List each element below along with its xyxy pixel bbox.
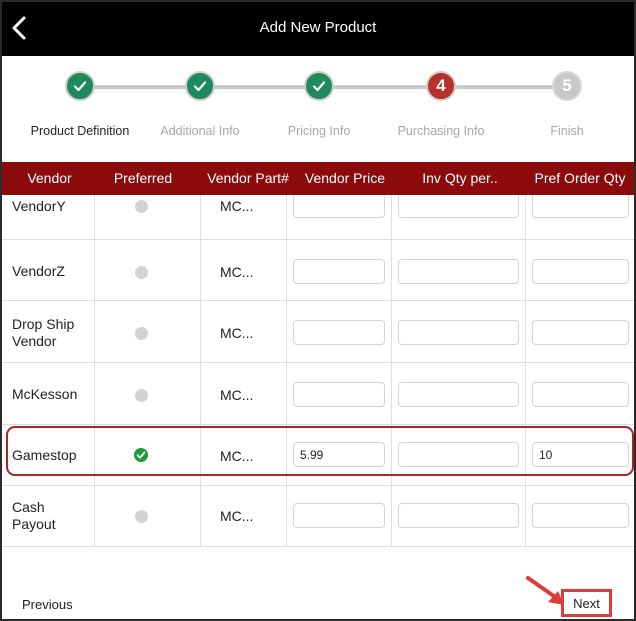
vendor-name: VendorZ [12, 263, 65, 279]
column-header-vendor-part: Vendor Part# [207, 170, 289, 186]
preferred-radio[interactable] [135, 389, 148, 402]
step-done-check-icon [304, 71, 334, 101]
vendor-price-input[interactable] [293, 259, 385, 284]
table-row: VendorZ MC... [2, 240, 634, 301]
table-row: McKesson MC... [2, 364, 634, 425]
preferred-radio[interactable] [135, 200, 148, 213]
progress-stepper: Product Definition Additional Info Prici… [2, 56, 634, 162]
vendor-part-number: MC... [220, 448, 254, 464]
vendor-name: Cash Payout [12, 499, 56, 532]
inv-qty-input[interactable] [398, 320, 519, 345]
vendor-price-input[interactable] [293, 442, 385, 467]
vendor-part-number: MC... [220, 198, 254, 214]
step-label: Finish [550, 124, 584, 138]
preferred-radio[interactable] [135, 327, 148, 340]
inv-qty-input[interactable] [398, 442, 519, 467]
pref-order-qty-input[interactable] [532, 259, 629, 284]
preferred-check-icon[interactable] [134, 448, 148, 462]
top-bar: Add New Product [2, 2, 634, 56]
inv-qty-input[interactable] [398, 503, 519, 528]
pref-order-qty-input[interactable] [532, 320, 629, 345]
vendor-name: Gamestop [12, 447, 77, 463]
vendor-name: Drop Ship Vendor [12, 316, 75, 349]
pref-order-qty-input[interactable] [532, 442, 629, 467]
vendor-part-number: MC... [220, 325, 254, 341]
vendor-table: VendorY MC... VendorZ MC... Drop Ship Ve… [2, 195, 634, 547]
preferred-radio[interactable] [135, 510, 148, 523]
vendor-name: McKesson [12, 386, 78, 402]
table-row: Gamestop MC... [2, 425, 634, 486]
previous-button[interactable]: Previous [22, 597, 73, 612]
inv-qty-input[interactable] [398, 382, 519, 407]
vendor-price-input[interactable] [293, 503, 385, 528]
pref-order-qty-input[interactable] [532, 382, 629, 407]
pref-order-qty-input[interactable] [532, 195, 629, 218]
table-row: Drop Ship Vendor MC... [2, 302, 634, 363]
vendor-price-input[interactable] [293, 195, 385, 218]
column-header-vendor: Vendor [27, 170, 72, 186]
step-number-badge: 4 [426, 71, 456, 101]
table-row: Cash Payout MC... [2, 486, 634, 547]
vendor-name: VendorY [12, 198, 66, 214]
column-header-inv-qty: Inv Qty per.. [422, 170, 498, 186]
step-done-check-icon [185, 71, 215, 101]
page-title: Add New Product [259, 19, 377, 36]
vendor-price-input[interactable] [293, 320, 385, 345]
step-number-badge: 5 [552, 71, 582, 101]
table-header: Vendor Preferred Vendor Part# Vendor Pri… [2, 162, 634, 195]
vendor-price-input[interactable] [293, 382, 385, 407]
column-header-vendor-price: Vendor Price [304, 170, 386, 186]
inv-qty-input[interactable] [398, 259, 519, 284]
column-header-pref-order-qty: Pref Order Qty [534, 170, 626, 186]
table-row: VendorY MC... [2, 195, 634, 240]
column-header-preferred: Preferred [113, 170, 173, 186]
vendor-part-number: MC... [220, 264, 254, 280]
pref-order-qty-input[interactable] [532, 503, 629, 528]
step-done-check-icon [65, 71, 95, 101]
next-button[interactable]: Next [561, 589, 612, 617]
inv-qty-input[interactable] [398, 195, 519, 218]
preferred-radio[interactable] [135, 266, 148, 279]
vendor-part-number: MC... [220, 387, 254, 403]
app-frame: Add New Product Product Definition Addit… [0, 0, 636, 621]
vendor-part-number: MC... [220, 508, 254, 524]
